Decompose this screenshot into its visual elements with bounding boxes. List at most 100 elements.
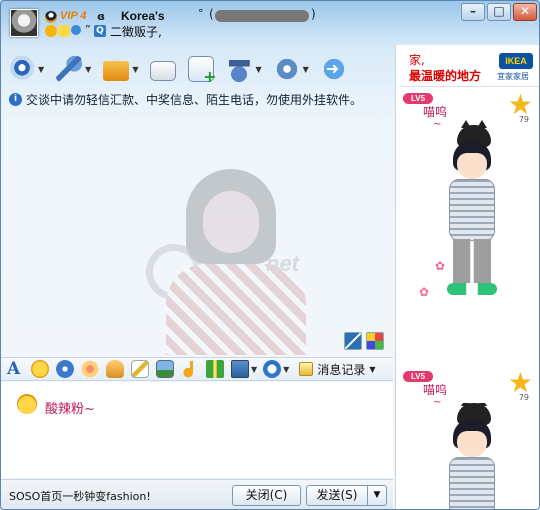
chevron-down-icon[interactable]: ▼ xyxy=(255,65,261,74)
app-settings-button[interactable]: ▼ xyxy=(273,54,309,84)
paw-print-icon: ✿ xyxy=(435,259,446,273)
nudge-icon[interactable] xyxy=(106,360,124,378)
window-controls: – □ ✕ xyxy=(461,3,537,21)
avatar-shirt xyxy=(449,457,495,509)
send-button[interactable]: 发送(S) xyxy=(306,485,368,506)
right-show-panel: 家, 最温暖的地方 IKEA 宜家家居 LV5 喵呜 ~ ★ 79 ✿ ✿ LV… xyxy=(395,45,539,509)
ad-line-2: 最温暖的地方 xyxy=(409,69,482,83)
ikea-sub-text: 宜家家居 xyxy=(497,72,529,81)
chat-toolbar: ▼ ▼ ▼ ▼ ▼ xyxy=(9,53,359,86)
gift-icon[interactable] xyxy=(206,360,224,378)
jitter-icon[interactable] xyxy=(81,360,99,378)
theme-palette-icon[interactable] xyxy=(366,332,384,350)
vip-badge[interactable]: VIP 4 xyxy=(60,10,87,22)
avatar-shirt xyxy=(449,179,495,241)
add-document-icon xyxy=(188,56,216,86)
send-options-button[interactable]: ▼ xyxy=(367,485,387,506)
gear-icon xyxy=(273,56,300,82)
format-toolbar: A ▼ ▼ 消息记录 ▼ xyxy=(1,357,393,381)
self-avatar-show[interactable]: LV5 喵呜 ~ ★ 79 xyxy=(399,367,539,509)
qq-penguin-icon xyxy=(45,11,57,23)
chevron-down-icon[interactable]: ▼ xyxy=(85,65,91,74)
signature-icon: Q xyxy=(94,25,106,37)
avatar-figure xyxy=(439,120,505,315)
graduation-cap-icon xyxy=(226,56,253,82)
avatar-face xyxy=(457,153,487,179)
magic-emoji-icon[interactable] xyxy=(56,360,74,378)
close-button[interactable]: 关闭(C) xyxy=(232,485,301,506)
message-input[interactable]: 酸辣粉~ xyxy=(1,382,393,478)
chevron-down-icon[interactable]: ▼ xyxy=(132,65,138,74)
star-count: 79 xyxy=(518,393,529,402)
chat-window: VIP 4 ɞ Korea's ° ( ██████ ) ” Q 二徵贩子, –… xyxy=(0,0,540,510)
security-notice-text: 交谈中请勿轻信汇款、中奖信息、陌生电话，勿使用外挂软件。 xyxy=(26,92,363,107)
avatar-shoes xyxy=(447,283,497,295)
avatar-figure xyxy=(439,403,505,509)
history-view-tools xyxy=(344,332,384,350)
video-call-button[interactable]: ▼ xyxy=(9,54,44,84)
voice-call-button[interactable]: ▼ xyxy=(56,54,91,84)
chevron-down-icon[interactable]: ▼ xyxy=(369,365,375,374)
soso-ad-link[interactable]: SOSO首页一秒钟变fashion! xyxy=(9,488,151,504)
status-smile-icon[interactable] xyxy=(45,25,57,37)
music-icon[interactable] xyxy=(181,360,199,378)
screenshot-icon[interactable] xyxy=(231,360,249,378)
paw-print-icon: ✿ xyxy=(419,285,430,299)
chevron-down-icon[interactable]: ▼ xyxy=(283,365,289,374)
info-icon: i xyxy=(9,92,22,106)
signature-quote: ” xyxy=(85,23,91,36)
chevron-down-icon[interactable]: ▼ xyxy=(251,365,257,374)
send-file-button[interactable]: ▼ xyxy=(103,54,138,84)
folder-icon xyxy=(103,61,130,81)
chevron-down-icon[interactable]: ▼ xyxy=(38,65,44,74)
maximize-button[interactable]: □ xyxy=(487,3,511,21)
avatar-face xyxy=(457,431,487,457)
create-discussion-button[interactable] xyxy=(188,54,216,86)
mail-icon xyxy=(150,61,177,81)
show-bubble-text: 喵呜 xyxy=(423,105,448,119)
background-photo-shirt xyxy=(166,264,306,355)
security-notice: i 交谈中请勿轻信汇款、中奖信息、陌生电话，勿使用外挂软件。 xyxy=(9,91,362,107)
emoji-icon xyxy=(17,394,37,414)
name-symbol: ° xyxy=(198,7,204,20)
contact-avatar-show[interactable]: LV5 喵呜 ~ ★ 79 ✿ ✿ xyxy=(399,89,539,313)
scribble-icon[interactable] xyxy=(131,360,149,378)
remote-assist-button[interactable]: ▼ xyxy=(226,54,262,84)
avatar-pants xyxy=(453,239,491,283)
message-log-icon xyxy=(299,362,314,376)
star-count: 79 xyxy=(518,115,529,124)
message-log-label: 消息记录 xyxy=(317,362,366,377)
service-icon[interactable] xyxy=(71,25,81,35)
send-mail-button[interactable] xyxy=(150,54,177,84)
soso-search-icon[interactable] xyxy=(263,360,282,378)
background-brand-text: net xyxy=(266,251,299,276)
image-icon[interactable] xyxy=(156,360,174,378)
contact-avatar[interactable] xyxy=(10,9,38,37)
bottom-bar: SOSO首页一秒钟变fashion! 关闭(C) 发送(S) ▼ xyxy=(1,479,393,509)
ikea-logo: IKEA xyxy=(499,53,533,69)
message-input-text: 酸辣粉~ xyxy=(45,402,95,417)
ikea-ad-banner[interactable]: 家, 最温暖的地方 IKEA 宜家家居 xyxy=(399,45,539,87)
font-icon[interactable]: A xyxy=(7,359,23,379)
background-photo-face xyxy=(203,191,259,253)
chevron-down-icon[interactable]: ▼ xyxy=(303,65,309,74)
share-arrow-icon xyxy=(320,56,347,82)
close-window-button[interactable]: ✕ xyxy=(513,3,537,21)
microphone-icon xyxy=(56,56,83,82)
expand-icon[interactable] xyxy=(344,332,362,350)
show-bubble-text: 喵呜 xyxy=(423,383,448,397)
background-photo: net xyxy=(146,159,386,355)
qq-number-close-paren: ) xyxy=(311,7,316,21)
camera-icon xyxy=(9,56,35,82)
qq-number-redacted: ██████ xyxy=(215,10,309,22)
message-log-button[interactable]: 消息记录 ▼ xyxy=(299,361,375,378)
minimize-button[interactable]: – xyxy=(461,3,485,21)
share-button[interactable] xyxy=(320,54,347,84)
emoji-icon[interactable] xyxy=(31,360,49,378)
contact-name: Korea's xyxy=(121,9,165,23)
star-level-icon[interactable] xyxy=(58,25,70,37)
chat-history-area[interactable]: net xyxy=(1,109,393,355)
ad-line-1: 家, xyxy=(409,53,425,67)
personal-signature: 二徵贩子, xyxy=(110,25,162,39)
qq-number-open-paren: ( xyxy=(209,7,214,21)
